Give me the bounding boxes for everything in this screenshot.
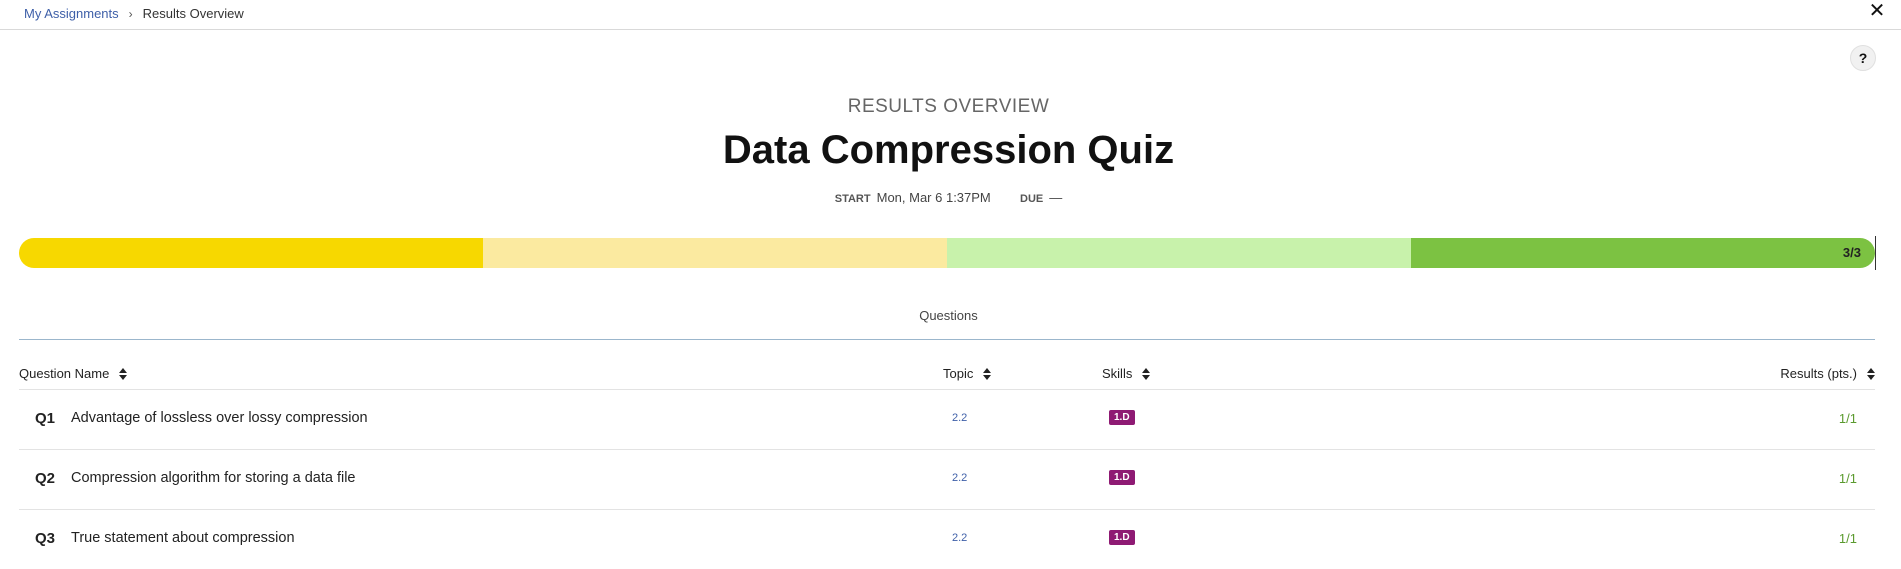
page-title: Data Compression Quiz <box>722 128 1175 172</box>
progress-segment-1 <box>19 238 483 268</box>
question-number: Q2 <box>35 470 56 487</box>
score-progress-bar: 3/3 <box>19 238 1875 268</box>
column-header-label: Results (pts.) <box>1780 366 1857 381</box>
close-icon[interactable]: ✕ <box>1865 0 1889 24</box>
question-result: 1/1 <box>1838 531 1857 546</box>
help-icon[interactable]: ? <box>1850 45 1876 71</box>
question-name[interactable]: True statement about compression <box>71 530 295 546</box>
table-row[interactable]: Q2 Compression algorithm for storing a d… <box>19 449 1875 509</box>
skill-badge: 1.D <box>1109 410 1135 425</box>
due-label: DUE <box>1020 193 1044 205</box>
sort-icon[interactable] <box>119 367 128 380</box>
progress-segment-3 <box>947 238 1411 268</box>
column-header-skills[interactable]: Skills <box>1102 366 1151 381</box>
tab-divider <box>19 339 1875 340</box>
progress-end-marker <box>1875 236 1876 270</box>
tab-questions[interactable]: Questions <box>0 308 1897 323</box>
start-label: START <box>834 193 871 205</box>
question-topic: 2.2 <box>952 472 968 484</box>
start-value: Mon, Mar 6 1:37PM <box>876 190 991 205</box>
progress-score-label: 3/3 <box>1842 245 1861 260</box>
sort-icon[interactable] <box>1867 367 1875 380</box>
table-row[interactable]: Q1 Advantage of lossless over lossy comp… <box>19 389 1875 449</box>
question-name[interactable]: Compression algorithm for storing a data… <box>71 470 356 486</box>
skill-badge: 1.D <box>1109 470 1135 485</box>
breadcrumb-my-assignments-link[interactable]: My Assignments <box>24 6 119 21</box>
progress-segment-4 <box>1411 238 1875 268</box>
table-header: Question Name Topic Skills Results (pts.… <box>19 366 1875 388</box>
column-header-results[interactable]: Results (pts.) <box>1780 366 1875 381</box>
breadcrumb: My Assignments › Results Overview <box>24 6 244 21</box>
chevron-right-icon: › <box>128 6 133 21</box>
breadcrumb-current: Results Overview <box>142 6 244 21</box>
column-header-topic[interactable]: Topic <box>943 366 992 381</box>
table-row[interactable]: Q3 True statement about compression 2.2 … <box>19 509 1875 569</box>
column-header-label: Question Name <box>19 366 110 381</box>
column-header-label: Skills <box>1102 366 1133 381</box>
question-number: Q1 <box>35 410 56 427</box>
column-header-question-name[interactable]: Question Name <box>19 366 128 381</box>
question-result: 1/1 <box>1838 471 1857 486</box>
question-topic: 2.2 <box>952 412 968 424</box>
due-value: — <box>1049 190 1063 205</box>
question-number: Q3 <box>35 530 56 547</box>
assignment-dates: START Mon, Mar 6 1:37PM DUE — <box>0 190 1897 205</box>
skill-badge: 1.D <box>1109 530 1135 545</box>
sort-icon[interactable] <box>983 367 992 380</box>
top-bar: My Assignments › Results Overview ✕ <box>0 0 1901 30</box>
question-topic: 2.2 <box>952 532 968 544</box>
page-overline: RESULTS OVERVIEW <box>847 96 1050 117</box>
question-name[interactable]: Advantage of lossless over lossy compres… <box>71 410 368 426</box>
progress-segment-2 <box>483 238 947 268</box>
question-result: 1/1 <box>1838 411 1857 426</box>
sort-icon[interactable] <box>1142 367 1151 380</box>
column-header-label: Topic <box>943 366 974 381</box>
